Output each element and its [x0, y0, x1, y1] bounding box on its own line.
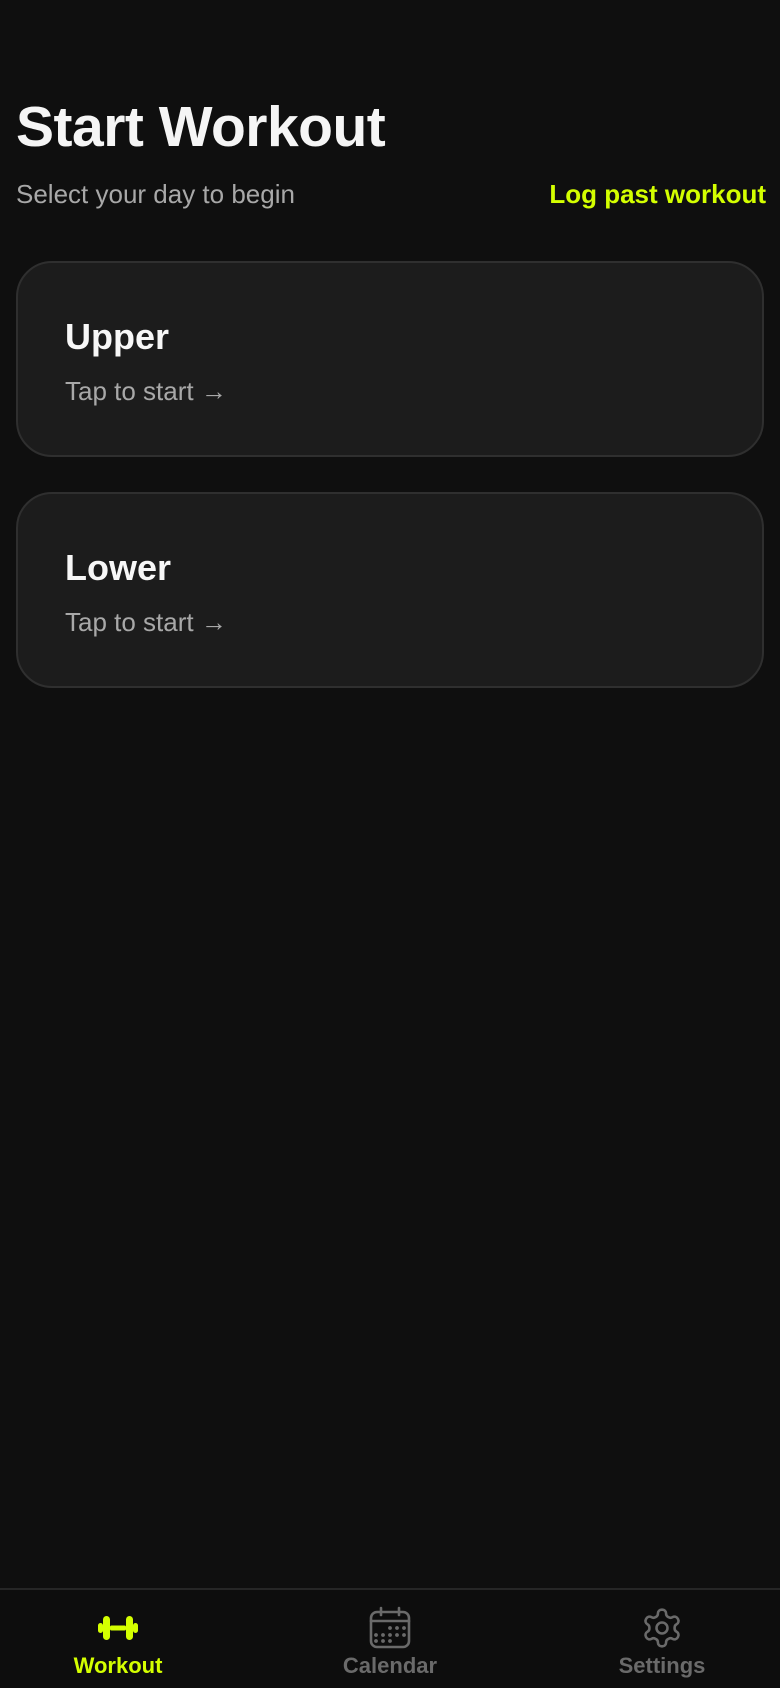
page-subtitle: Select your day to begin [16, 179, 295, 209]
gear-icon [644, 1608, 680, 1648]
day-card-upper[interactable]: Upper Tap to start → [16, 261, 764, 457]
tab-workout[interactable]: Workout [18, 1590, 218, 1688]
day-card-hint: Tap to start → [65, 607, 227, 637]
day-card-lower[interactable]: Lower Tap to start → [16, 492, 764, 688]
tab-settings[interactable]: Settings [562, 1590, 762, 1688]
calendar-icon [369, 1606, 411, 1649]
page-title: Start Workout [16, 95, 386, 159]
tab-label: Settings [618, 1653, 706, 1678]
day-card-title: Lower [65, 547, 172, 588]
day-card-title: Upper [65, 316, 170, 357]
log-past-workout-link[interactable]: Log past workout [549, 176, 766, 212]
bottom-tab-bar: Workout Calendar Settings [0, 1588, 780, 1688]
tab-calendar[interactable]: Calendar [290, 1590, 490, 1688]
dumbbell-icon [98, 1616, 138, 1640]
day-card-hint: Tap to start → [65, 376, 227, 406]
tab-label: Workout [73, 1653, 163, 1678]
tab-label: Calendar [342, 1653, 438, 1678]
